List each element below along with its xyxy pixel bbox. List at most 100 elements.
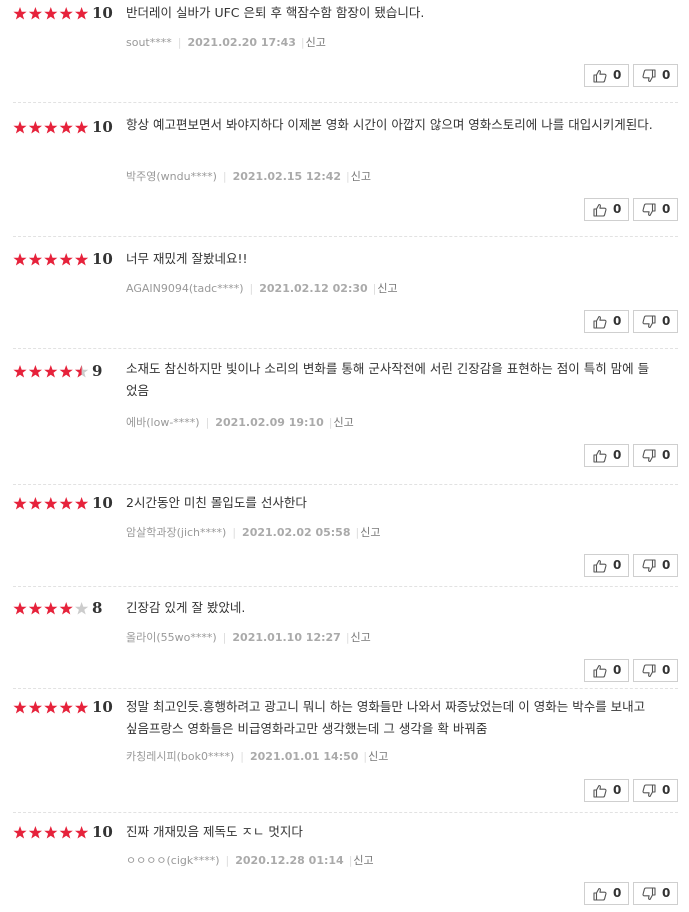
vote-buttons: 00 (580, 659, 678, 682)
review-text: 정말 최고인듯.흥행하려고 광고니 뭐니 하는 영화들만 나와서 짜증났었는데 … (126, 699, 646, 736)
like-button[interactable]: 0 (584, 779, 629, 802)
vote-buttons: 00 (580, 444, 678, 467)
report-link[interactable]: 신고 (360, 526, 380, 539)
like-button[interactable]: 0 (584, 64, 629, 87)
divider-bar: | (348, 854, 353, 867)
star-icon (75, 602, 89, 615)
report-link[interactable]: 신고 (377, 282, 397, 295)
like-button[interactable]: 0 (584, 554, 629, 577)
review-meta: AGAIN9094(tadc****) | 2021.02.12 02:30 |신고 (126, 280, 398, 296)
dislike-button[interactable]: 0 (633, 882, 678, 905)
divider-bar: | (249, 282, 254, 295)
review-text: 반더레이 실바가 UFC 은퇴 후 핵잠수함 함장이 됐습니다. (126, 5, 425, 20)
thumbs-down-icon (642, 203, 656, 217)
like-count: 0 (613, 663, 622, 677)
report-link[interactable]: 신고 (368, 750, 388, 763)
star-icon (75, 253, 89, 266)
star-icon (59, 701, 73, 714)
thumbs-up-icon (593, 887, 607, 901)
dislike-button[interactable]: 0 (633, 779, 678, 802)
author-name: AGAIN9094(tadc****) (126, 282, 244, 295)
vote-buttons: 00 (580, 310, 678, 333)
divider (13, 348, 678, 349)
divider-bar: | (345, 631, 350, 644)
star-icon (59, 365, 73, 378)
star-rating (13, 497, 89, 510)
review-text: 너무 재밌게 잘봤네요!! (126, 251, 248, 266)
star-rating-wrap (13, 601, 89, 617)
star-icon (44, 602, 58, 615)
review-list: 10 반더레이 실바가 UFC 은퇴 후 핵잠수함 함장이 됐습니다. sout**… (0, 0, 689, 909)
star-rating (13, 365, 89, 378)
star-icon (13, 701, 27, 714)
star-icon (13, 365, 27, 378)
report-link[interactable]: 신고 (351, 170, 371, 183)
star-icon (44, 497, 58, 510)
review-meta: 박주영(wndu****) | 2021.02.15 12:42 |신고 (126, 168, 371, 184)
like-button[interactable]: 0 (584, 659, 629, 682)
dislike-button[interactable]: 0 (633, 444, 678, 467)
review-meta: ㅇㅇㅇㅇ(cigk****) | 2020.12.28 01:14 |신고 (126, 852, 374, 868)
rating-score: 10 (92, 4, 113, 22)
like-button[interactable]: 0 (584, 310, 629, 333)
thumbs-down-icon (642, 69, 656, 83)
vote-buttons: 00 (580, 882, 678, 905)
author-name: 암살학과장(jich****) (126, 526, 227, 539)
dislike-button[interactable]: 0 (633, 310, 678, 333)
review-date: 2021.01.10 12:27 (232, 631, 341, 644)
review-date: 2021.02.09 19:10 (215, 416, 324, 429)
review-item: 8 긴장감 있게 잘 봤았네. 올라이(55wo****) | 2021.01.10 1… (0, 586, 689, 689)
review-item: 10 정말 최고인듯.흥행하려고 광고니 뭐니 하는 영화들만 나와서 짜증났었는… (0, 688, 689, 809)
divider (13, 236, 678, 237)
thumbs-up-icon (593, 784, 607, 798)
star-rating-wrap (13, 120, 89, 136)
star-icon (28, 365, 42, 378)
star-icon (28, 826, 42, 839)
like-count: 0 (613, 202, 622, 216)
star-icon (59, 826, 73, 839)
like-button[interactable]: 0 (584, 444, 629, 467)
vote-buttons: 00 (580, 554, 678, 577)
dislike-button[interactable]: 0 (633, 198, 678, 221)
rating-score: 10 (92, 494, 113, 512)
review-meta: sout**** | 2021.02.20 17:43 |신고 (126, 34, 326, 50)
star-icon (28, 602, 42, 615)
dislike-button[interactable]: 0 (633, 659, 678, 682)
report-link[interactable]: 신고 (353, 854, 373, 867)
divider-bar: | (240, 750, 244, 763)
review-date: 2021.02.20 17:43 (187, 36, 296, 49)
vote-buttons: 00 (580, 64, 678, 87)
thumbs-up-icon (593, 449, 607, 463)
thumbs-up-icon (593, 69, 607, 83)
review-text: 긴장감 있게 잘 봤았네. (126, 600, 246, 615)
review-item: 9 소재도 참신하지만 빛이나 소리의 변화를 통해 군사작전에 서린 긴장감을 … (0, 348, 689, 474)
dislike-button[interactable]: 0 (633, 554, 678, 577)
star-icon (74, 365, 89, 378)
divider-bar: | (222, 170, 227, 183)
star-rating-wrap (13, 825, 89, 841)
divider (13, 102, 678, 103)
thumbs-down-icon (642, 784, 656, 798)
like-button[interactable]: 0 (584, 198, 629, 221)
report-link[interactable]: 신고 (306, 36, 326, 49)
author-name: sout**** (126, 36, 172, 49)
star-icon (28, 253, 42, 266)
report-link[interactable]: 신고 (351, 631, 371, 644)
divider (13, 812, 678, 813)
divider-bar: | (225, 854, 230, 867)
dislike-button[interactable]: 0 (633, 64, 678, 87)
dislike-count: 0 (662, 558, 671, 572)
divider-bar: | (328, 416, 333, 429)
report-link[interactable]: 신고 (333, 416, 353, 429)
star-rating-wrap (13, 700, 89, 716)
star-icon (59, 253, 73, 266)
star-icon (44, 701, 58, 714)
review-date: 2021.02.12 02:30 (259, 282, 368, 295)
rating-score: 10 (92, 698, 113, 716)
like-button[interactable]: 0 (584, 882, 629, 905)
star-icon (44, 121, 58, 134)
star-icon (44, 826, 58, 839)
star-icon (28, 7, 42, 20)
thumbs-down-icon (642, 664, 656, 678)
divider-bar: | (363, 750, 368, 763)
